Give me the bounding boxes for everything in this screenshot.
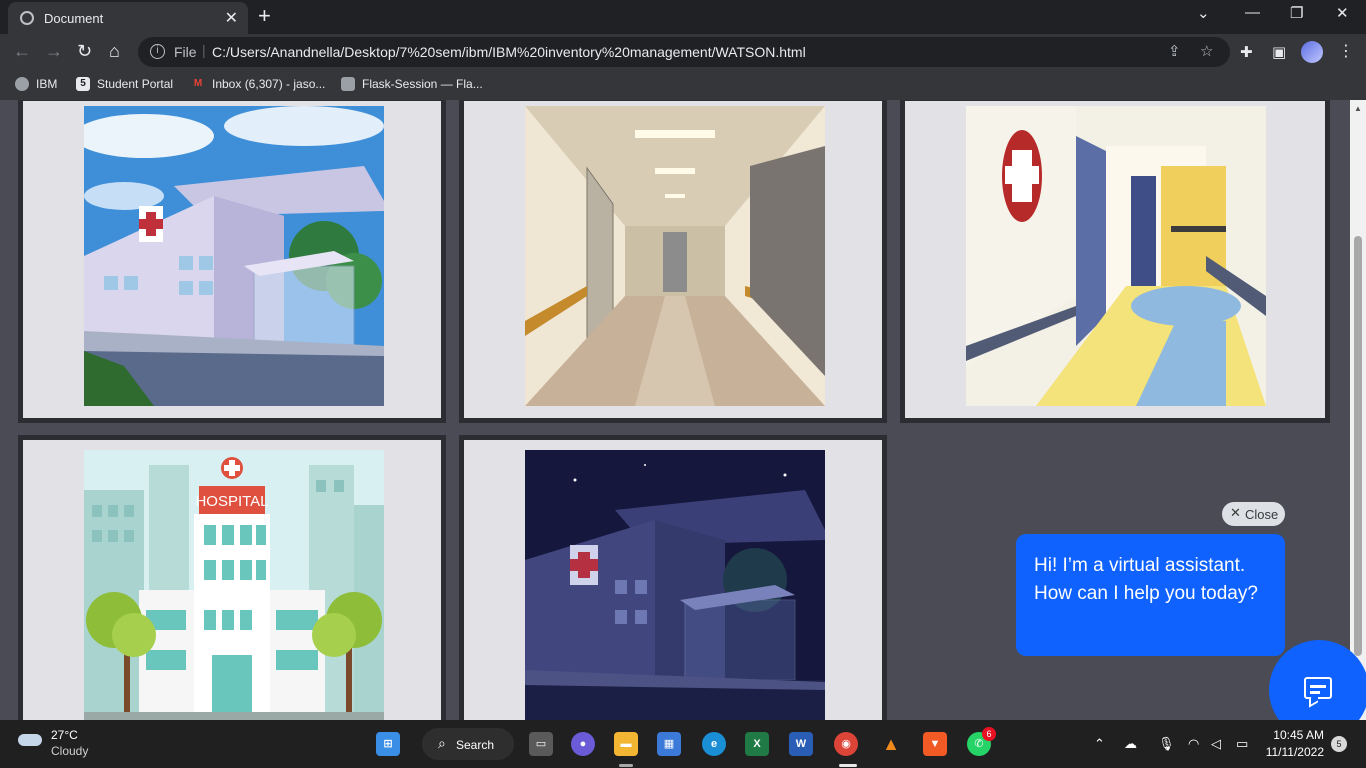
bookmark-label: Student Portal bbox=[97, 77, 174, 91]
globe-icon bbox=[20, 11, 34, 25]
brave-icon[interactable]: ▼ bbox=[923, 732, 947, 756]
address-bar[interactable]: i File | C:/Users/Anandnella/Desktop/7%2… bbox=[138, 37, 1230, 67]
taskbar-search[interactable]: ⌕ Search bbox=[422, 728, 514, 760]
url-separator: | bbox=[202, 42, 206, 58]
tab-strip: Document ✕ + ⌄ — ❐ ✕ bbox=[0, 0, 1366, 34]
url-text[interactable]: C:/Users/Anandnella/Desktop/7%20sem/ibm/… bbox=[212, 44, 806, 60]
window-close-button[interactable]: ✕ bbox=[1336, 4, 1349, 22]
running-indicator bbox=[839, 764, 857, 767]
doc-icon bbox=[341, 77, 355, 91]
bookmark-flask-session[interactable]: Flask-Session — Fla... bbox=[341, 77, 483, 91]
bookmark-inbox[interactable]: M Inbox (6,307) - jaso... bbox=[191, 77, 326, 91]
forward-button[interactable]: → bbox=[45, 41, 63, 62]
weather-temperature: 27°C bbox=[51, 728, 78, 742]
back-button[interactable]: ← bbox=[13, 41, 31, 62]
edge-icon[interactable]: e bbox=[702, 732, 726, 756]
chat-icon bbox=[1304, 677, 1332, 699]
chat-launcher-button[interactable] bbox=[1269, 640, 1366, 720]
chat-icon-line bbox=[1310, 685, 1326, 688]
weather-condition: Cloudy bbox=[51, 744, 89, 758]
gallery-card bbox=[18, 100, 446, 423]
gallery-card bbox=[459, 100, 887, 423]
bookmarks-bar: IBM 5 Student Portal M Inbox (6,307) - j… bbox=[0, 70, 1366, 100]
hospital-corridor-image bbox=[525, 106, 825, 406]
tab-title: Document bbox=[44, 11, 104, 26]
gallery-card: HOSPITAL bbox=[18, 435, 446, 720]
page-scrollbar[interactable]: ▲ ▼ bbox=[1350, 100, 1366, 720]
clock-time: 10:45 AM bbox=[1273, 728, 1324, 742]
bookmark-student-portal[interactable]: 5 Student Portal bbox=[76, 77, 173, 91]
scrollbar-thumb[interactable] bbox=[1354, 236, 1362, 656]
bookmark-label: Flask-Session — Fla... bbox=[362, 77, 483, 91]
file-explorer-icon[interactable]: ▬ bbox=[614, 732, 638, 756]
restore-button[interactable]: ❐ bbox=[1290, 4, 1303, 22]
volume-icon[interactable]: ◁ bbox=[1211, 736, 1221, 752]
globe-icon bbox=[15, 77, 29, 91]
info-icon[interactable]: i bbox=[150, 44, 165, 59]
tab-search-icon[interactable]: ⌄ bbox=[1197, 4, 1210, 22]
show-hidden-icons-chevron-up-icon[interactable]: ⌃ bbox=[1094, 736, 1105, 752]
word-icon[interactable]: W bbox=[789, 732, 813, 756]
url-scheme-label: File bbox=[174, 44, 197, 60]
gallery-card bbox=[900, 100, 1330, 423]
chat-close-button[interactable]: ✕ Close bbox=[1222, 502, 1285, 526]
hospital-sign-text: HOSPITAL bbox=[195, 493, 268, 510]
windows-taskbar: 27°C Cloudy ⊞ ⌕ Search ▭ ● ▬ ▦ e X W ◉ ▲… bbox=[0, 720, 1366, 768]
home-button[interactable]: ⌂ bbox=[109, 41, 120, 62]
start-icon[interactable]: ⊞ bbox=[376, 732, 400, 756]
side-panel-icon[interactable]: ▣ bbox=[1272, 43, 1286, 61]
share-icon[interactable]: ⇪ bbox=[1168, 42, 1181, 60]
page-viewport: HOSPITAL ▲ ✕ Close Hi! I’m a virtual ass… bbox=[0, 100, 1366, 720]
bookmark-ibm[interactable]: IBM bbox=[15, 77, 57, 91]
taskbar-clock[interactable]: 10:45 AM 11/11/2022 bbox=[1264, 728, 1324, 759]
chat-icon-line bbox=[1310, 691, 1320, 694]
taskbar-search-label: Search bbox=[456, 738, 495, 752]
chat-close-label: Close bbox=[1245, 507, 1279, 522]
battery-icon[interactable]: ▭ bbox=[1236, 736, 1248, 752]
gallery-card bbox=[459, 435, 887, 720]
bookmark-label: Inbox (6,307) - jaso... bbox=[212, 77, 326, 91]
running-indicator bbox=[619, 764, 633, 767]
vlc-icon[interactable]: ▲ bbox=[879, 732, 903, 756]
reload-button[interactable]: ↻ bbox=[77, 41, 92, 62]
minimize-button[interactable]: — bbox=[1245, 4, 1260, 21]
microphone-icon[interactable]: 🎙 bbox=[1158, 736, 1175, 752]
hospital-hallway-image bbox=[966, 106, 1266, 406]
close-tab-icon[interactable]: ✕ bbox=[225, 8, 238, 28]
hospital-day-image bbox=[84, 106, 384, 406]
chat-greeting-bubble[interactable]: Hi! I’m a virtual assistant. How can I h… bbox=[1016, 534, 1285, 656]
teams-chat-icon[interactable]: ● bbox=[571, 732, 595, 756]
chat-greeting-text: Hi! I’m a virtual assistant. How can I h… bbox=[1034, 555, 1258, 604]
hospital-night-image bbox=[525, 450, 825, 720]
new-tab-button[interactable]: + bbox=[258, 3, 271, 29]
clock-date: 11/11/2022 bbox=[1265, 745, 1324, 759]
bookmark-star-icon[interactable]: ☆ bbox=[1200, 42, 1213, 60]
cloud-icon bbox=[18, 734, 42, 746]
extensions-icon[interactable]: ✚ bbox=[1240, 43, 1253, 61]
excel-icon[interactable]: X bbox=[745, 732, 769, 756]
search-icon: ⌕ bbox=[438, 735, 446, 751]
scroll-up-arrow-icon[interactable]: ▲ bbox=[1354, 104, 1362, 113]
portal-icon: 5 bbox=[76, 77, 90, 91]
wifi-icon[interactable]: ◠ bbox=[1188, 736, 1199, 752]
profile-avatar[interactable] bbox=[1301, 41, 1323, 63]
whatsapp-badge: 6 bbox=[982, 727, 996, 741]
task-view-icon[interactable]: ▭ bbox=[529, 732, 553, 756]
tab-document[interactable]: Document ✕ bbox=[8, 2, 248, 34]
menu-icon[interactable]: ⋮ bbox=[1338, 41, 1354, 61]
onedrive-cloud-icon[interactable]: ☁ bbox=[1124, 736, 1137, 752]
hospital-building-image: HOSPITAL bbox=[84, 450, 384, 720]
close-icon: ✕ bbox=[1230, 505, 1241, 520]
browser-toolbar: ← → ↻ ⌂ i File | C:/Users/Anandnella/Des… bbox=[0, 34, 1366, 70]
chrome-icon[interactable]: ◉ bbox=[834, 732, 858, 756]
notification-count-badge[interactable]: 5 bbox=[1331, 736, 1347, 752]
store-icon[interactable]: ▦ bbox=[657, 732, 681, 756]
gmail-icon: M bbox=[193, 78, 203, 89]
bookmark-label: IBM bbox=[36, 77, 58, 91]
